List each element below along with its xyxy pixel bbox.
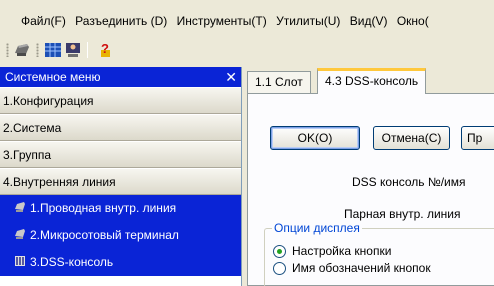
submenu-item-label: 1.Проводная внутр. линия <box>30 201 177 215</box>
dss-console-number-label: DSS консоль №/имя <box>352 175 466 189</box>
content-area: 1.1 Слот 4.3 DSS-консоль OK(O) Отмена(C)… <box>243 67 494 286</box>
apply-button[interactable]: Пр <box>461 126 494 150</box>
phone-icon <box>15 202 25 212</box>
menu-window[interactable]: Окно( <box>397 14 429 28</box>
submenu-item-microcell-terminal[interactable]: 2.Микросотовый терминал <box>0 222 241 249</box>
menu-file[interactable]: Файл(F) <box>21 14 66 28</box>
menu-bar: Файл(F) Разъединить (D) Инструменты(T) У… <box>0 0 494 36</box>
phone-icon <box>15 229 25 239</box>
radio-button-name-labels-label: Имя обозначений кнопок <box>292 261 431 275</box>
radio-button-setup[interactable] <box>273 245 286 258</box>
menu-item-group[interactable]: 3.Группа <box>0 141 241 168</box>
menu-disconnect[interactable]: Разъединить (D) <box>75 14 167 28</box>
svg-text:?: ? <box>101 42 109 56</box>
extension-submenu: 1.Проводная внутр. линия 2.Микросотовый … <box>0 195 241 276</box>
toolbar: ? <box>0 38 494 62</box>
submenu-item-label: 3.DSS-консоль <box>30 255 114 269</box>
close-icon[interactable]: ✕ <box>225 67 237 87</box>
menu-utilities[interactable]: Утилиты(U) <box>276 14 340 28</box>
tab-dss-console[interactable]: 4.3 DSS-консоль <box>317 68 427 94</box>
grid-icon[interactable] <box>44 42 62 58</box>
cancel-button[interactable]: Отмена(C) <box>373 126 450 150</box>
submenu-item-wired-extension[interactable]: 1.Проводная внутр. линия <box>0 195 241 222</box>
ok-button[interactable]: OK(O) <box>270 126 360 150</box>
help-icon[interactable]: ? <box>94 42 112 58</box>
user-card-icon[interactable] <box>64 42 82 58</box>
console-icon <box>15 256 25 266</box>
cancel-button-label: Отмена(C) <box>381 131 442 145</box>
tab-slot[interactable]: 1.1 Слот <box>247 71 311 93</box>
toolbar-grip[interactable] <box>6 43 9 57</box>
menu-item-system[interactable]: 2.Система <box>0 114 241 141</box>
tab-page: OK(O) Отмена(C) Пр DSS консоль №/имя Пар… <box>247 93 494 286</box>
phone-icon[interactable] <box>13 42 31 58</box>
display-options-group: Опции дисплея Настройка кнопки Имя обозн… <box>264 221 494 286</box>
system-menu-title: Системное меню <box>5 70 101 84</box>
tab-label: 1.1 Слот <box>255 75 303 89</box>
ok-button-label: OK(O) <box>297 131 333 145</box>
radio-button-setup-label: Настройка кнопки <box>292 244 392 258</box>
system-menu-panel: Системное меню ✕ 1.Конфигурация 2.Систем… <box>0 67 242 286</box>
submenu-item-dss-console[interactable]: 3.DSS-консоль <box>0 249 241 276</box>
menu-item-label: 1.Конфигурация <box>3 94 94 108</box>
menu-item-label: 4.Внутренняя линия <box>3 175 116 189</box>
paired-extension-label: Парная внутр. линия <box>344 207 461 221</box>
menu-tools[interactable]: Инструменты(T) <box>177 14 267 28</box>
menu-item-label: 2.Система <box>3 121 62 135</box>
apply-button-label: Пр <box>467 131 483 145</box>
tab-label: 4.3 DSS-консоль <box>325 74 419 88</box>
menu-view[interactable]: Вид(V) <box>350 14 388 28</box>
toolbar-separator <box>87 42 88 58</box>
display-options-title: Опции дисплея <box>272 221 362 235</box>
toolbar-grip-2[interactable] <box>36 43 39 57</box>
menu-item-configuration[interactable]: 1.Конфигурация <box>0 87 241 114</box>
menu-item-extension[interactable]: 4.Внутренняя линия <box>0 168 241 195</box>
radio-button-name-labels[interactable] <box>273 262 286 275</box>
submenu-item-label: 2.Микросотовый терминал <box>30 228 179 242</box>
menu-items: Файл(F) Разъединить (D) Инструменты(T) У… <box>21 14 435 28</box>
system-menu-header: Системное меню ✕ <box>0 67 241 87</box>
menu-item-label: 3.Группа <box>3 148 52 162</box>
